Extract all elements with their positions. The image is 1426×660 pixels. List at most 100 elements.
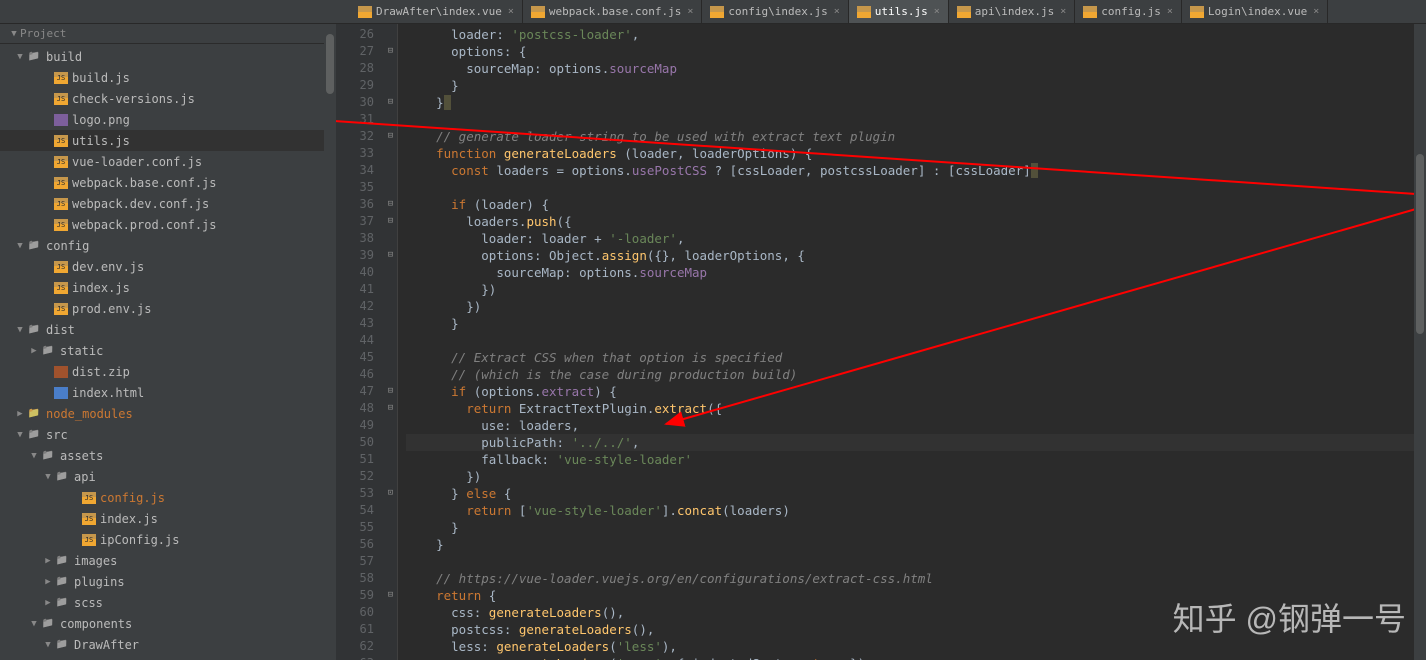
code-line[interactable]: fallback: 'vue-style-loader' xyxy=(406,451,1426,468)
tree-item-utils-js[interactable]: utils.js xyxy=(0,130,335,151)
fold-marker[interactable] xyxy=(384,162,397,179)
code-line[interactable]: if (options.extract) { xyxy=(406,383,1426,400)
close-icon[interactable]: × xyxy=(508,6,514,17)
tree-item-config[interactable]: ▼config xyxy=(0,235,335,256)
tab-Login-index-vue[interactable]: Login\index.vue× xyxy=(1182,0,1328,23)
fold-marker[interactable] xyxy=(384,332,397,349)
tree-item-index-js[interactable]: index.js xyxy=(0,277,335,298)
fold-gutter[interactable]: ⊟⊟⊟⊟⊟⊟⊟⊟⊡⊟ xyxy=(384,24,398,660)
fold-marker[interactable] xyxy=(384,230,397,247)
fold-marker[interactable] xyxy=(384,638,397,655)
code-line[interactable] xyxy=(406,553,1426,570)
code-line[interactable]: sourceMap: options.sourceMap xyxy=(406,264,1426,281)
tree-item-index-vue[interactable]: index.vue xyxy=(0,655,335,660)
close-icon[interactable]: × xyxy=(934,6,940,17)
tree-item-static[interactable]: ▶static xyxy=(0,340,335,361)
tree-item-webpack-base-conf-js[interactable]: webpack.base.conf.js xyxy=(0,172,335,193)
code-line[interactable]: return ExtractTextPlugin.extract({ xyxy=(406,400,1426,417)
fold-marker[interactable]: ⊟ xyxy=(384,400,397,417)
fold-marker[interactable] xyxy=(384,553,397,570)
tree-item-scss[interactable]: ▶scss xyxy=(0,592,335,613)
fold-marker[interactable] xyxy=(384,315,397,332)
code-line[interactable]: // Extract CSS when that option is speci… xyxy=(406,349,1426,366)
code-line[interactable]: } xyxy=(406,315,1426,332)
fold-marker[interactable] xyxy=(384,298,397,315)
fold-marker[interactable]: ⊟ xyxy=(384,94,397,111)
tree-item-ipConfig-js[interactable]: ipConfig.js xyxy=(0,529,335,550)
code-line[interactable]: loaders.push({ xyxy=(406,213,1426,230)
fold-marker[interactable] xyxy=(384,366,397,383)
close-icon[interactable]: × xyxy=(687,6,693,17)
tree-item-logo-png[interactable]: logo.png xyxy=(0,109,335,130)
fold-marker[interactable] xyxy=(384,519,397,536)
fold-marker[interactable]: ⊡ xyxy=(384,485,397,502)
code-line[interactable] xyxy=(406,111,1426,128)
tree-item-images[interactable]: ▶images xyxy=(0,550,335,571)
fold-marker[interactable] xyxy=(384,655,397,660)
code-line[interactable]: function generateLoaders (loader, loader… xyxy=(406,145,1426,162)
code-line[interactable]: publicPath: '../../', xyxy=(406,434,1426,451)
fold-marker[interactable]: ⊟ xyxy=(384,247,397,264)
code-line[interactable]: } xyxy=(406,536,1426,553)
tree-item-components[interactable]: ▼components xyxy=(0,613,335,634)
code-line[interactable]: less: generateLoaders('less'), xyxy=(406,638,1426,655)
tree-item-node_modules[interactable]: ▶node_modules xyxy=(0,403,335,424)
fold-marker[interactable] xyxy=(384,60,397,77)
fold-marker[interactable] xyxy=(384,179,397,196)
tab-DrawAfter-index-vue[interactable]: DrawAfter\index.vue× xyxy=(350,0,523,23)
tree-item-index-js[interactable]: index.js xyxy=(0,508,335,529)
code-line[interactable]: options: { xyxy=(406,43,1426,60)
fold-marker[interactable] xyxy=(384,536,397,553)
code-line[interactable]: options: Object.assign({}, loaderOptions… xyxy=(406,247,1426,264)
tree-item-build-js[interactable]: build.js xyxy=(0,67,335,88)
fold-marker[interactable] xyxy=(384,145,397,162)
tree-item-dist[interactable]: ▼dist xyxy=(0,319,335,340)
code-line[interactable]: // https://vue-loader.vuejs.org/en/confi… xyxy=(406,570,1426,587)
tree-item-DrawAfter[interactable]: ▼DrawAfter xyxy=(0,634,335,655)
code-line[interactable]: } xyxy=(406,519,1426,536)
fold-marker[interactable] xyxy=(384,570,397,587)
tree-item-dev-env-js[interactable]: dev.env.js xyxy=(0,256,335,277)
sidebar-scrollbar[interactable] xyxy=(324,24,336,660)
tree-item-webpack-dev-conf-js[interactable]: webpack.dev.conf.js xyxy=(0,193,335,214)
tree-item-build[interactable]: ▼build xyxy=(0,46,335,67)
fold-marker[interactable] xyxy=(384,434,397,451)
fold-marker[interactable] xyxy=(384,349,397,366)
fold-marker[interactable]: ⊟ xyxy=(384,213,397,230)
close-icon[interactable]: × xyxy=(1313,6,1319,17)
tree-item-webpack-prod-conf-js[interactable]: webpack.prod.conf.js xyxy=(0,214,335,235)
code-line[interactable]: use: loaders, xyxy=(406,417,1426,434)
fold-marker[interactable] xyxy=(384,604,397,621)
code-line[interactable]: // (which is the case during production … xyxy=(406,366,1426,383)
code-line[interactable]: if (loader) { xyxy=(406,196,1426,213)
tree-item-plugins[interactable]: ▶plugins xyxy=(0,571,335,592)
code-editor[interactable]: 2627282930313233343536373839404142434445… xyxy=(336,24,1426,660)
fold-marker[interactable] xyxy=(384,451,397,468)
code-line[interactable]: loader: loader + '-loader', xyxy=(406,230,1426,247)
fold-marker[interactable]: ⊟ xyxy=(384,128,397,145)
close-icon[interactable]: × xyxy=(1167,6,1173,17)
code-area[interactable]: loader: 'postcss-loader', options: { sou… xyxy=(398,24,1426,660)
fold-marker[interactable] xyxy=(384,264,397,281)
fold-marker[interactable] xyxy=(384,468,397,485)
code-line[interactable] xyxy=(406,332,1426,349)
tree-item-check-versions-js[interactable]: check-versions.js xyxy=(0,88,335,109)
fold-marker[interactable]: ⊟ xyxy=(384,587,397,604)
fold-marker[interactable] xyxy=(384,111,397,128)
tree-item-index-html[interactable]: index.html xyxy=(0,382,335,403)
tree-item-vue-loader-conf-js[interactable]: vue-loader.conf.js xyxy=(0,151,335,172)
close-icon[interactable]: × xyxy=(834,6,840,17)
tree-item-dist-zip[interactable]: dist.zip xyxy=(0,361,335,382)
tab-utils-js[interactable]: utils.js× xyxy=(849,0,949,23)
fold-marker[interactable] xyxy=(384,77,397,94)
tree-item-config-js[interactable]: config.js xyxy=(0,487,335,508)
code-line[interactable]: }) xyxy=(406,281,1426,298)
code-line[interactable]: } else { xyxy=(406,485,1426,502)
tab-config-index-js[interactable]: config\index.js× xyxy=(702,0,848,23)
fold-marker[interactable] xyxy=(384,26,397,43)
code-line[interactable]: } xyxy=(406,77,1426,94)
code-line[interactable]: // generate loader string to be used wit… xyxy=(406,128,1426,145)
fold-marker[interactable]: ⊟ xyxy=(384,383,397,400)
tree-item-api[interactable]: ▼api xyxy=(0,466,335,487)
tab-config-js[interactable]: config.js× xyxy=(1075,0,1182,23)
